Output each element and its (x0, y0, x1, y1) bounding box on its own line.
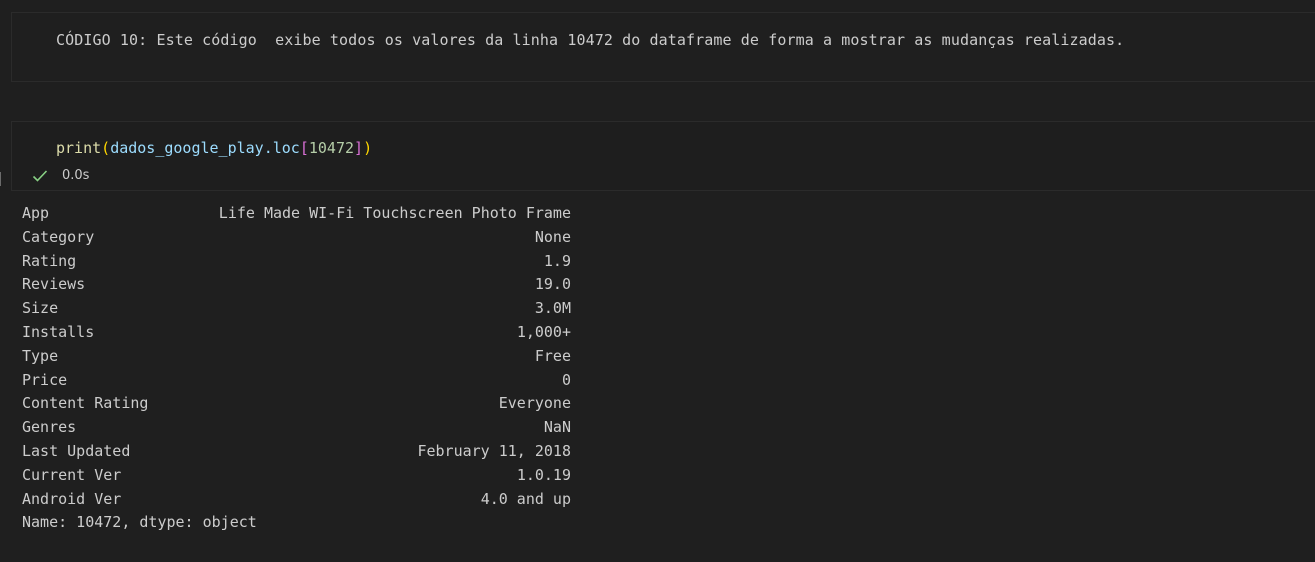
output-value: 0 (561, 370, 571, 389)
output-row: Reviews 19.0 (22, 273, 571, 297)
output-row: Current Ver 1.0.19 (22, 464, 571, 488)
markdown-cell[interactable]: CÓDIGO 10: Este código exibe todos os va… (11, 12, 1315, 82)
markdown-text: CÓDIGO 10: Este código exibe todos os va… (56, 31, 1125, 49)
code-line[interactable]: print(dados_google_play.loc[10472]) (56, 139, 372, 157)
code-index: 10472 (308, 139, 355, 157)
output-value: February 11, 2018 (417, 441, 571, 460)
output-value: NaN (543, 418, 571, 437)
output-row: Type Free (22, 345, 571, 369)
output-key: Last Updated (22, 441, 131, 460)
output-key: Size (22, 299, 59, 318)
output-value: 4.0 and up (480, 489, 571, 508)
code-open-bracket: [ (299, 139, 309, 157)
output-value: Everyone (498, 394, 571, 413)
output-row: Content Rating Everyone (22, 392, 571, 416)
output-key: Current Ver (22, 465, 122, 484)
output-footer: Name: 10472, dtype: object (22, 513, 257, 532)
output-value: 1.0.19 (516, 465, 571, 484)
output-rows: App Life Made WI-Fi Touchscreen Photo Fra… (22, 202, 571, 511)
output-key: Category (22, 227, 95, 246)
code-close-paren: ) (363, 139, 373, 157)
output-row: Last Updated February 11, 2018 (22, 440, 571, 464)
output-key: Genres (22, 418, 77, 437)
output-value: 19.0 (534, 275, 571, 294)
code-open-paren: ( (101, 139, 111, 157)
execution-time: 0.0s (62, 168, 90, 183)
output-row: Android Ver 4.0 and up (22, 488, 571, 512)
output-key: Price (22, 370, 68, 389)
output-row: App Life Made WI-Fi Touchscreen Photo Fra… (22, 202, 571, 226)
output-row: Size 3.0M (22, 297, 571, 321)
output-key: Content Rating (22, 394, 149, 413)
output-row: Installs 1,000+ (22, 321, 571, 345)
output-row: Rating 1.9 (22, 250, 571, 274)
output-key: Installs (22, 322, 95, 341)
code-variable: dados_google_play (110, 139, 264, 157)
output-value: 1.9 (543, 251, 571, 270)
output-key: Reviews (22, 275, 86, 294)
output-row: Genres NaN (22, 416, 571, 440)
output-value: 3.0M (534, 299, 571, 318)
output-value: None (534, 227, 571, 246)
output-value: Life Made WI-Fi Touchscreen Photo Frame (218, 204, 571, 222)
code-cell[interactable]: print(dados_google_play.loc[10472]) 0.0s (11, 121, 1315, 191)
output-key: Rating (22, 251, 77, 270)
cell-output: App Life Made WI-Fi Touchscreen Photo Fra… (22, 202, 571, 535)
output-row: Price 0 (22, 369, 571, 393)
execution-status: 0.0s (32, 168, 89, 183)
output-key: Type (22, 346, 59, 365)
output-key: App (22, 204, 50, 222)
check-icon (32, 169, 48, 183)
code-function: print (56, 139, 102, 157)
code-close-bracket: ] (354, 139, 364, 157)
output-value: 1,000+ (516, 322, 571, 341)
output-value: Free (534, 346, 571, 365)
output-key: Android Ver (22, 489, 122, 508)
output-row: Category None (22, 226, 571, 250)
cell-focus-marker (0, 172, 1, 186)
code-attribute: .loc (263, 139, 300, 157)
